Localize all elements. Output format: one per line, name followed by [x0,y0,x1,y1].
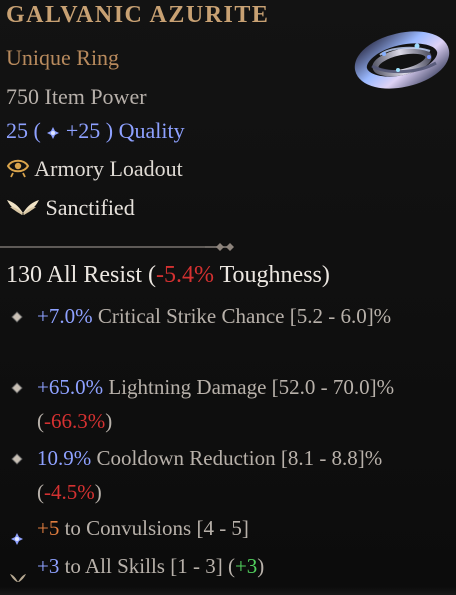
affix-extra: -66.3% [44,409,106,433]
affix-value: +65.0% [37,375,104,399]
section-divider [0,238,245,251]
ring-icon [350,26,452,96]
affix-value: 10.9% [37,446,92,470]
affix-lightning-damage: +65.0% Lightning Damage [52.0 - 70.0]% (… [12,370,417,438]
affix-text: to Convulsions [4 - 5] [59,516,249,540]
item-power: 750 Item Power [6,84,147,109]
item-tooltip: GALVANIC AZURITE Unique Ring 750 Item Po… [0,0,456,595]
affix-extra-suffix: ) [257,554,265,578]
quality-prefix: 25 ( [6,118,41,143]
affix-extra: -4.5% [44,480,95,504]
affix-all-skills: +3 to All Skills [1 - 3] (+3) [10,549,417,583]
quality-gem-icon [46,120,60,146]
affix-extra-suffix: ) [105,409,113,433]
affix-text: Critical Strike Chance [5.2 - 6.0]% [92,304,392,328]
quality-suffix: ) Quality [105,118,185,143]
item-type: Unique Ring [6,45,120,70]
quality-value: +25 [65,118,101,143]
quality-gem-icon [10,522,24,545]
item-quality: 25 ( +25 ) Quality [6,118,185,146]
affix-extra: +3 [234,554,258,578]
item-name: GALVANIC AZURITE [6,2,270,28]
affix-value: +3 [37,554,60,578]
eye-icon [6,157,30,185]
armory-loadout: Armory Loadout [6,156,183,185]
sanctified-row: Sanctified [6,195,135,225]
resist-main: 130 All Resist ( [6,262,157,288]
wings-icon [6,195,40,225]
diamond-icon [10,310,24,324]
all-resist-stat: 130 All Resist (-5.4% Toughness) [6,262,330,289]
diamond-icon [10,452,24,466]
bottom-fade [0,587,456,595]
resist-toughness: -5.4% [156,262,214,288]
wings-icon [10,560,26,582]
resist-suffix: Toughness) [214,262,330,288]
affix-extra-suffix: ) [94,480,102,504]
affix-cooldown-reduction: 10.9% Cooldown Reduction [8.1 - 8.8]% (-… [12,441,417,509]
affix-convulsions: +5 to Convulsions [4 - 5] [11,511,417,545]
sanctified-label: Sanctified [45,195,135,221]
affix-text: to All Skills [1 - 3] ( [59,554,235,578]
affix-value: +5 [37,516,60,540]
armory-loadout-label: Armory Loadout [34,156,183,181]
diamond-icon [10,381,24,395]
affix-critical-strike: +7.0% Critical Strike Chance [5.2 - 6.0]… [12,299,417,333]
affix-value: +7.0% [37,304,93,328]
